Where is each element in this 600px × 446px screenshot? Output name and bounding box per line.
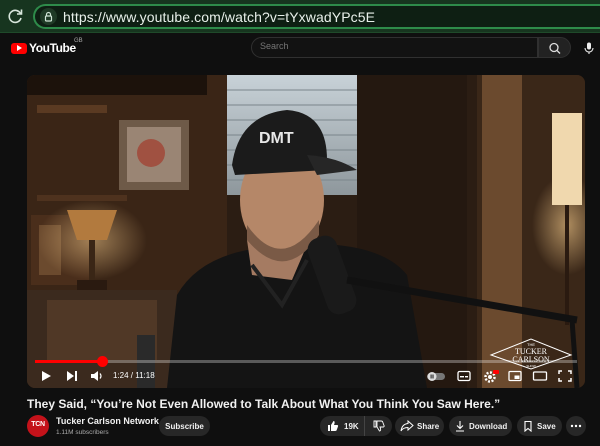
search-input[interactable]	[260, 41, 520, 51]
url-text[interactable]: https://www.youtube.com/watch?v=tYxwadYP…	[63, 9, 375, 25]
reload-icon[interactable]	[5, 6, 25, 26]
progress-bar[interactable]	[35, 356, 577, 367]
avatar-text: TCN	[31, 421, 45, 428]
logo-text: YouTube	[29, 41, 76, 55]
like-button[interactable]: 19K	[320, 416, 365, 436]
next-video-icon[interactable]	[65, 368, 79, 384]
download-label: Download	[469, 421, 508, 431]
share-icon	[400, 420, 414, 432]
progress-fill	[35, 360, 103, 363]
play-icon[interactable]	[39, 368, 53, 384]
download-icon	[456, 421, 464, 432]
show-watermark: THE TUCKER CARLSON SHOW	[489, 338, 573, 370]
theater-mode-icon[interactable]	[532, 368, 548, 384]
miniplayer-icon[interactable]	[507, 368, 523, 384]
channel-avatar[interactable]: TCN	[27, 415, 49, 437]
time-display: 1:24 / 11:18	[113, 371, 155, 380]
microphone-icon[interactable]	[582, 41, 596, 55]
region-label: GB	[74, 38, 83, 44]
volume-icon[interactable]	[89, 368, 104, 384]
like-dislike-group: 19K	[320, 416, 392, 436]
save-label: Save	[537, 421, 556, 431]
thumbs-up-icon	[328, 421, 339, 431]
download-button[interactable]: Download	[449, 416, 512, 436]
site-info-icon[interactable]	[40, 8, 57, 25]
channel-name[interactable]: Tucker Carlson Network	[56, 416, 159, 426]
save-button[interactable]: Save	[517, 416, 562, 436]
like-count: 19K	[344, 421, 359, 431]
search-icon	[549, 42, 561, 54]
subscribe-button[interactable]: Subscribe	[159, 416, 210, 436]
subscriber-count: 1.11M subscribers	[56, 429, 109, 436]
settings-icon[interactable]	[482, 368, 500, 384]
fullscreen-icon[interactable]	[557, 368, 573, 384]
browser-toolbar: https://www.youtube.com/watch?v=tYxwadYP…	[0, 0, 600, 33]
address-bar[interactable]: https://www.youtube.com/watch?v=tYxwadYP…	[33, 4, 600, 29]
thumbs-down-icon	[373, 420, 385, 432]
video-title: They Said, “You’re Not Even Allowed to T…	[27, 397, 501, 411]
more-horizontal-icon	[570, 424, 582, 428]
share-label: Share	[417, 421, 440, 431]
youtube-logo[interactable]: YouTube GB	[11, 38, 83, 56]
more-actions-button[interactable]	[566, 416, 586, 436]
dislike-button[interactable]	[365, 416, 392, 436]
youtube-header: YouTube GB	[0, 33, 600, 63]
cap-logo-text: DMT	[259, 130, 294, 147]
youtube-play-icon	[11, 42, 27, 54]
video-player[interactable]: DMT THE TUCKER CARLSON SHOW 1:24 / 11:18	[27, 75, 585, 388]
search-box[interactable]	[251, 37, 538, 58]
autoplay-toggle[interactable]	[425, 368, 447, 384]
share-button[interactable]: Share	[395, 416, 444, 436]
save-playlist-icon	[524, 420, 532, 432]
subtitles-icon[interactable]	[456, 368, 472, 384]
search-button[interactable]	[538, 37, 571, 58]
